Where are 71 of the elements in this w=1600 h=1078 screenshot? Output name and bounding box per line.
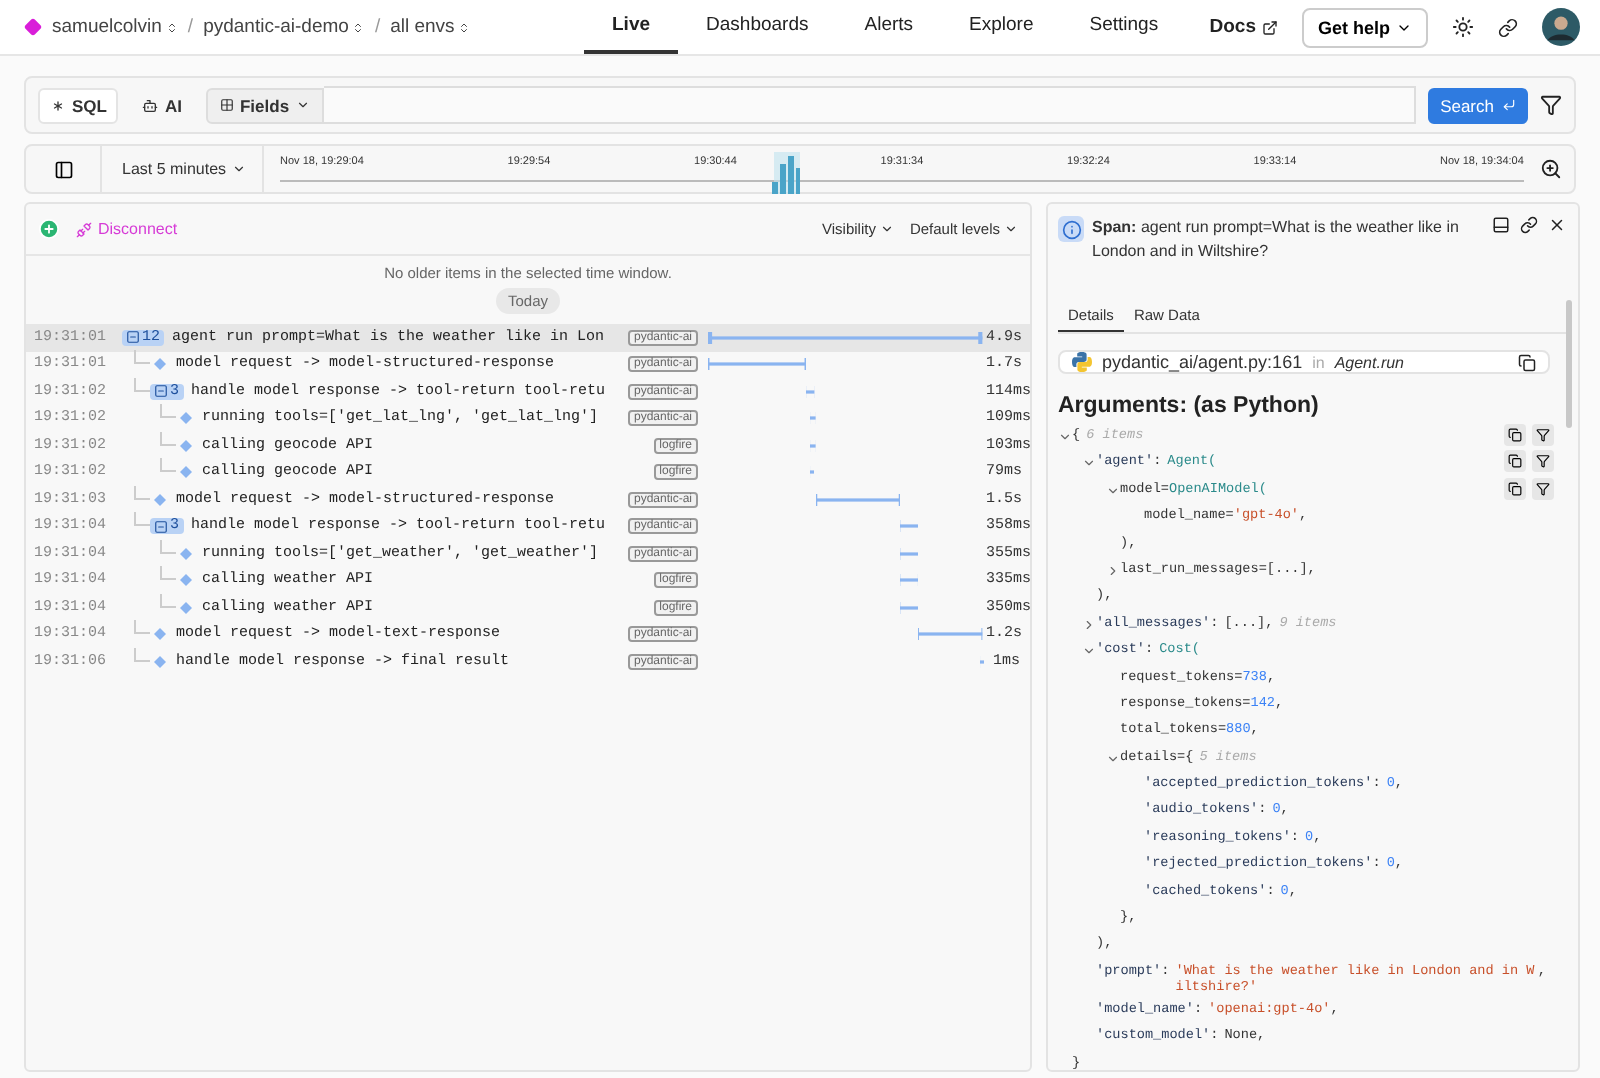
diamond-icon xyxy=(24,18,42,36)
breadcrumb-item[interactable]: all envs xyxy=(390,16,471,38)
sun-icon[interactable] xyxy=(1452,16,1474,38)
breadcrumb-item[interactable]: pydantic-ai-demo xyxy=(203,16,365,38)
caret-icon xyxy=(879,222,894,236)
filter-icon xyxy=(1536,454,1550,469)
collapse-icon xyxy=(154,384,168,399)
filter-icon xyxy=(1536,481,1550,496)
nav-tab[interactable]: Dashboards xyxy=(678,0,837,54)
arguments-heading: Arguments: (as Python) xyxy=(1058,394,1321,418)
link-icon[interactable] xyxy=(1520,216,1538,234)
sidebar-icon xyxy=(53,159,73,179)
query-input[interactable] xyxy=(323,86,1417,124)
caret-icon xyxy=(295,98,310,112)
link-icon[interactable] xyxy=(1498,17,1518,37)
caret-icon xyxy=(1004,222,1018,236)
duration-bar xyxy=(708,358,807,371)
unplug-icon xyxy=(76,221,92,237)
copy-icon xyxy=(1508,454,1522,469)
grid-icon xyxy=(219,98,234,112)
close-icon[interactable] xyxy=(1548,216,1566,234)
breadcrumb-item[interactable]: samuelcolvin xyxy=(52,16,178,38)
nav-tab[interactable]: Explore xyxy=(941,0,1062,54)
nav-tab[interactable]: Live xyxy=(584,0,679,54)
duration-bar xyxy=(899,520,919,533)
filter-button[interactable] xyxy=(1532,450,1554,473)
avatar[interactable] xyxy=(1542,8,1580,46)
panel-icon[interactable] xyxy=(1492,216,1510,234)
enter-key-icon xyxy=(1502,98,1516,112)
nav-tab[interactable]: Settings xyxy=(1061,0,1187,54)
source-function: Agent.run xyxy=(1334,353,1407,371)
zoom-in-icon[interactable] xyxy=(1540,158,1562,180)
duration-bar xyxy=(899,574,918,587)
copy-icon xyxy=(1508,428,1522,442)
collapse-icon xyxy=(126,330,140,345)
caret-icon xyxy=(232,162,247,176)
source-in-label: in xyxy=(1312,353,1325,371)
duration-bar xyxy=(899,547,919,560)
help-button[interactable]: Get help xyxy=(1301,7,1428,47)
duration-bar xyxy=(806,385,816,398)
filter-button[interactable] xyxy=(1532,424,1554,446)
nav-tab[interactable]: Alerts xyxy=(836,0,942,54)
add-icon[interactable] xyxy=(38,218,60,240)
duration-bar xyxy=(899,601,919,614)
time-range-dropdown[interactable]: Last 5 minutes xyxy=(102,146,265,192)
copy-button[interactable] xyxy=(1504,477,1526,500)
fields-dropdown[interactable]: Fields xyxy=(205,87,324,123)
robot-icon xyxy=(142,97,159,113)
duration-bar xyxy=(918,628,984,641)
docs-link[interactable]: Docs xyxy=(1209,16,1278,38)
disconnect-button[interactable]: Disconnect xyxy=(76,220,178,238)
filter-icon xyxy=(1536,428,1550,442)
python-icon xyxy=(1072,352,1092,372)
span-title: Span: agent run prompt=What is the weather like in London and in Wiltshire? xyxy=(1092,216,1461,264)
asterisk-icon xyxy=(50,97,66,113)
histogram-drawing xyxy=(770,148,803,194)
filter-button[interactable] xyxy=(1532,477,1554,500)
source-path: pydantic_ai/agent.py:161 xyxy=(1102,352,1303,372)
breadcrumb-separator: / xyxy=(374,16,381,38)
external-link-icon xyxy=(1261,19,1278,35)
collapse-icon xyxy=(154,519,168,534)
filter-icon[interactable] xyxy=(1540,94,1562,116)
copy-button[interactable] xyxy=(1504,424,1526,446)
search-button[interactable]: Search xyxy=(1428,87,1528,123)
duration-bar xyxy=(815,493,900,506)
copy-icon[interactable] xyxy=(1518,353,1536,371)
copy-icon xyxy=(1508,481,1522,496)
mode-toggle[interactable]: AI xyxy=(130,87,194,123)
breadcrumb-separator: / xyxy=(187,16,194,38)
copy-button[interactable] xyxy=(1504,450,1526,473)
mode-toggle[interactable]: SQL xyxy=(38,87,119,123)
